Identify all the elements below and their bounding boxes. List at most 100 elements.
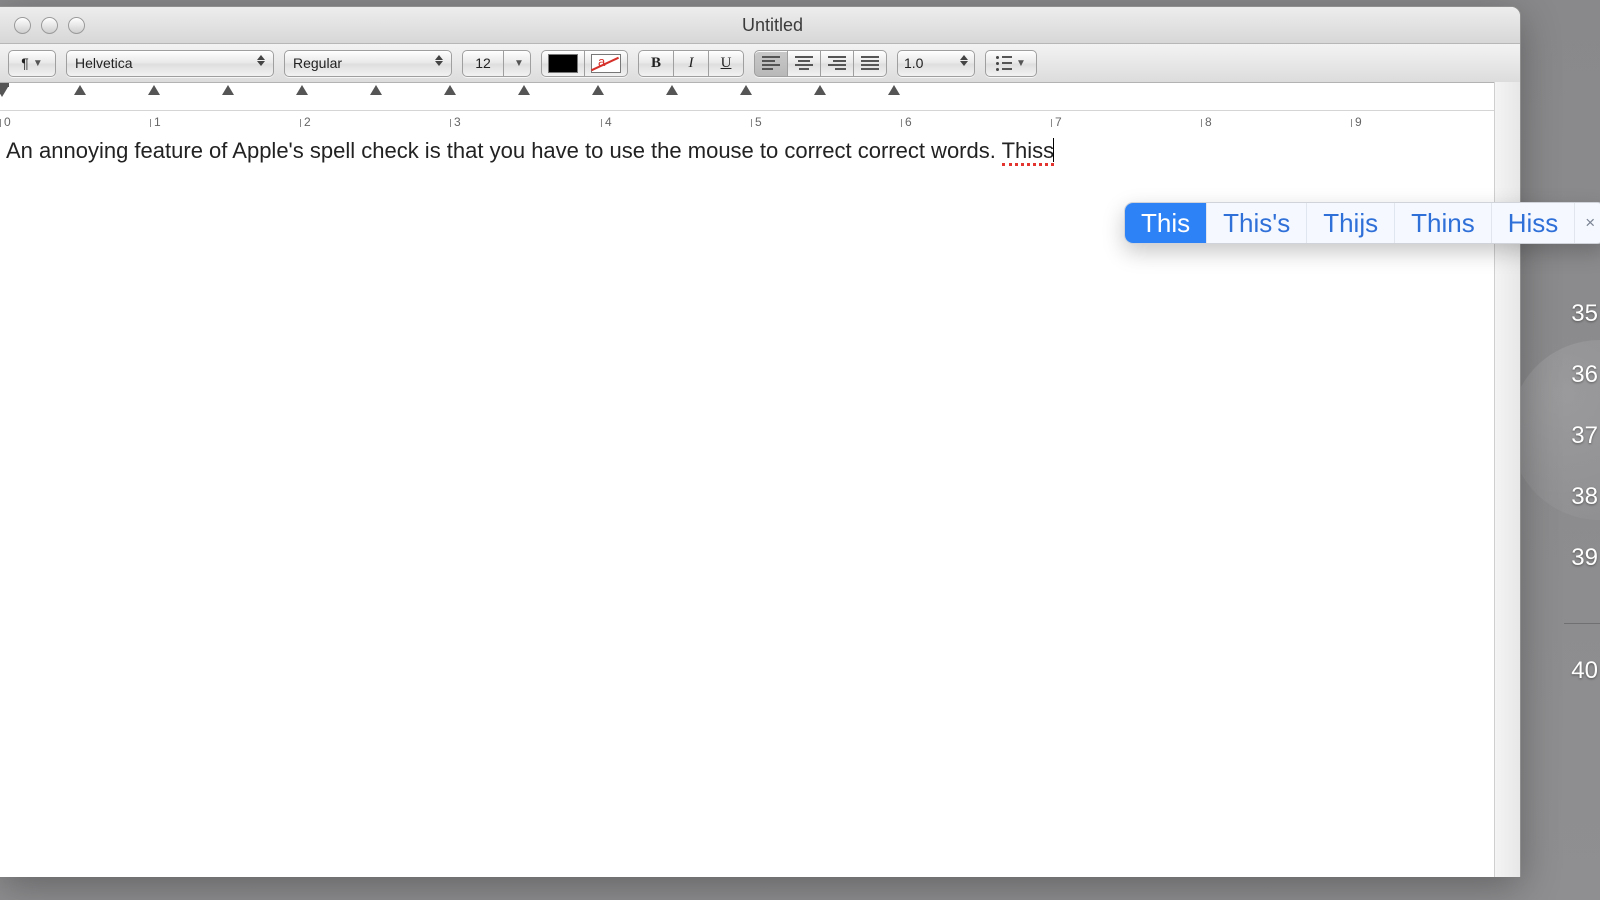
ruler-number: 0	[4, 115, 11, 129]
close-window-button[interactable]	[14, 17, 31, 34]
font-family-select[interactable]: Helvetica	[66, 50, 274, 77]
ruler-tick	[1051, 119, 1052, 127]
formatting-toolbar: ¶ ▼ Helvetica Regular 12 ▼	[0, 44, 1520, 83]
line-spacing-select[interactable]: 1.0	[897, 50, 975, 77]
ruler-number: 5	[755, 115, 762, 129]
ruler-number: 2	[304, 115, 311, 129]
background-number: 38	[1571, 483, 1600, 511]
align-left-button[interactable]	[754, 50, 787, 77]
minimize-window-button[interactable]	[41, 17, 58, 34]
font-size-group: 12 ▼	[462, 50, 531, 77]
zoom-window-button[interactable]	[68, 17, 85, 34]
dismiss-suggestions-button[interactable]: ×	[1575, 203, 1600, 243]
background-divider	[1564, 623, 1600, 624]
ruler-tick	[1351, 119, 1352, 127]
ruler-tick	[1201, 119, 1202, 127]
ruler-number: 9	[1355, 115, 1362, 129]
text-color-button[interactable]	[541, 50, 584, 77]
tab-stop-marker[interactable]	[148, 85, 160, 95]
ruler-tick	[601, 119, 602, 127]
no-highlight-icon	[591, 54, 621, 73]
color-swatch-icon	[548, 54, 578, 73]
document-text: An annoying feature of Apple's spell che…	[6, 138, 1002, 163]
tab-stop-marker[interactable]	[444, 85, 456, 95]
align-left-icon	[762, 56, 780, 70]
chevron-down-icon: ▼	[514, 58, 524, 69]
underline-button[interactable]: U	[708, 50, 744, 77]
align-justify-icon	[861, 56, 879, 70]
tab-stop-marker[interactable]	[666, 85, 678, 95]
align-center-button[interactable]	[787, 50, 820, 77]
suggestion-item[interactable]: Thins	[1395, 203, 1492, 243]
align-right-button[interactable]	[820, 50, 853, 77]
suggestion-item[interactable]: This	[1125, 203, 1207, 243]
text-style-group: B I U	[638, 50, 744, 77]
font-weight-select[interactable]: Regular	[284, 50, 452, 77]
spellcheck-suggestions-popup: ThisThis'sThijsThinsHiss ×	[1124, 202, 1600, 244]
align-justify-button[interactable]	[853, 50, 887, 77]
font-size-dropdown[interactable]: ▼	[503, 50, 531, 77]
textedit-window: Untitled ¶ ▼ Helvetica Regular 12 ▼	[0, 6, 1521, 877]
tab-stop-marker[interactable]	[74, 85, 86, 95]
desktop: Untitled ¶ ▼ Helvetica Regular 12 ▼	[0, 0, 1600, 900]
ruler-tick	[0, 119, 1, 127]
font-size-field[interactable]: 12	[462, 50, 503, 77]
paragraph-icon: ¶	[21, 55, 29, 71]
chevron-down-icon: ▼	[33, 58, 43, 69]
color-group	[541, 50, 628, 77]
close-icon: ×	[1585, 213, 1595, 233]
ruler-number: 8	[1205, 115, 1212, 129]
background-number: 36	[1571, 361, 1600, 389]
misspelled-word[interactable]: Thiss	[1002, 138, 1055, 166]
stepper-icon	[257, 55, 265, 71]
stepper-icon	[960, 55, 968, 71]
font-size-value: 12	[475, 55, 491, 71]
ruler[interactable]: 0123456789	[0, 83, 1520, 130]
ruler-tick	[300, 119, 301, 127]
bold-button[interactable]: B	[638, 50, 673, 77]
ruler-tick	[450, 119, 451, 127]
tab-stop-marker[interactable]	[592, 85, 604, 95]
font-weight-value: Regular	[293, 55, 433, 71]
bold-icon: B	[651, 55, 661, 72]
italic-button[interactable]: I	[673, 50, 708, 77]
background-number: 40	[1571, 657, 1600, 685]
background-number: 35	[1571, 300, 1600, 328]
background-number: 37	[1571, 422, 1600, 450]
tab-stop-marker[interactable]	[888, 85, 900, 95]
titlebar[interactable]: Untitled	[0, 7, 1520, 44]
stepper-icon	[435, 55, 443, 71]
ruler-number: 7	[1055, 115, 1062, 129]
suggestion-item[interactable]: Thijs	[1307, 203, 1395, 243]
tab-stop-marker[interactable]	[222, 85, 234, 95]
ruler-tick	[901, 119, 902, 127]
list-style-button[interactable]: ▼	[985, 50, 1037, 77]
underline-icon: U	[721, 55, 732, 72]
ruler-number: 1	[154, 115, 161, 129]
styles-button[interactable]: ¶ ▼	[8, 50, 56, 77]
text-cursor	[1053, 138, 1054, 162]
tab-stop-marker[interactable]	[370, 85, 382, 95]
tab-stop-marker[interactable]	[814, 85, 826, 95]
tab-stop-marker[interactable]	[740, 85, 752, 95]
ruler-tick	[751, 119, 752, 127]
alignment-group	[754, 50, 887, 77]
align-right-icon	[828, 56, 846, 70]
line-spacing-value: 1.0	[904, 55, 958, 71]
ruler-tick	[150, 119, 151, 127]
ruler-number: 6	[905, 115, 912, 129]
list-icon	[996, 56, 1012, 71]
background-number: 39	[1571, 544, 1600, 572]
tab-stop-marker[interactable]	[296, 85, 308, 95]
italic-icon: I	[689, 55, 694, 72]
window-controls	[14, 17, 85, 34]
background-panel-fragment: 35 36 37 38 39 40	[1564, 300, 1600, 685]
align-center-icon	[795, 56, 813, 70]
font-family-value: Helvetica	[75, 55, 255, 71]
tab-stop-marker[interactable]	[518, 85, 530, 95]
suggestion-item[interactable]: This's	[1207, 203, 1307, 243]
highlight-color-button[interactable]	[584, 50, 628, 77]
chevron-down-icon: ▼	[1016, 58, 1026, 69]
ruler-number: 3	[454, 115, 461, 129]
suggestion-item[interactable]: Hiss	[1492, 203, 1576, 243]
